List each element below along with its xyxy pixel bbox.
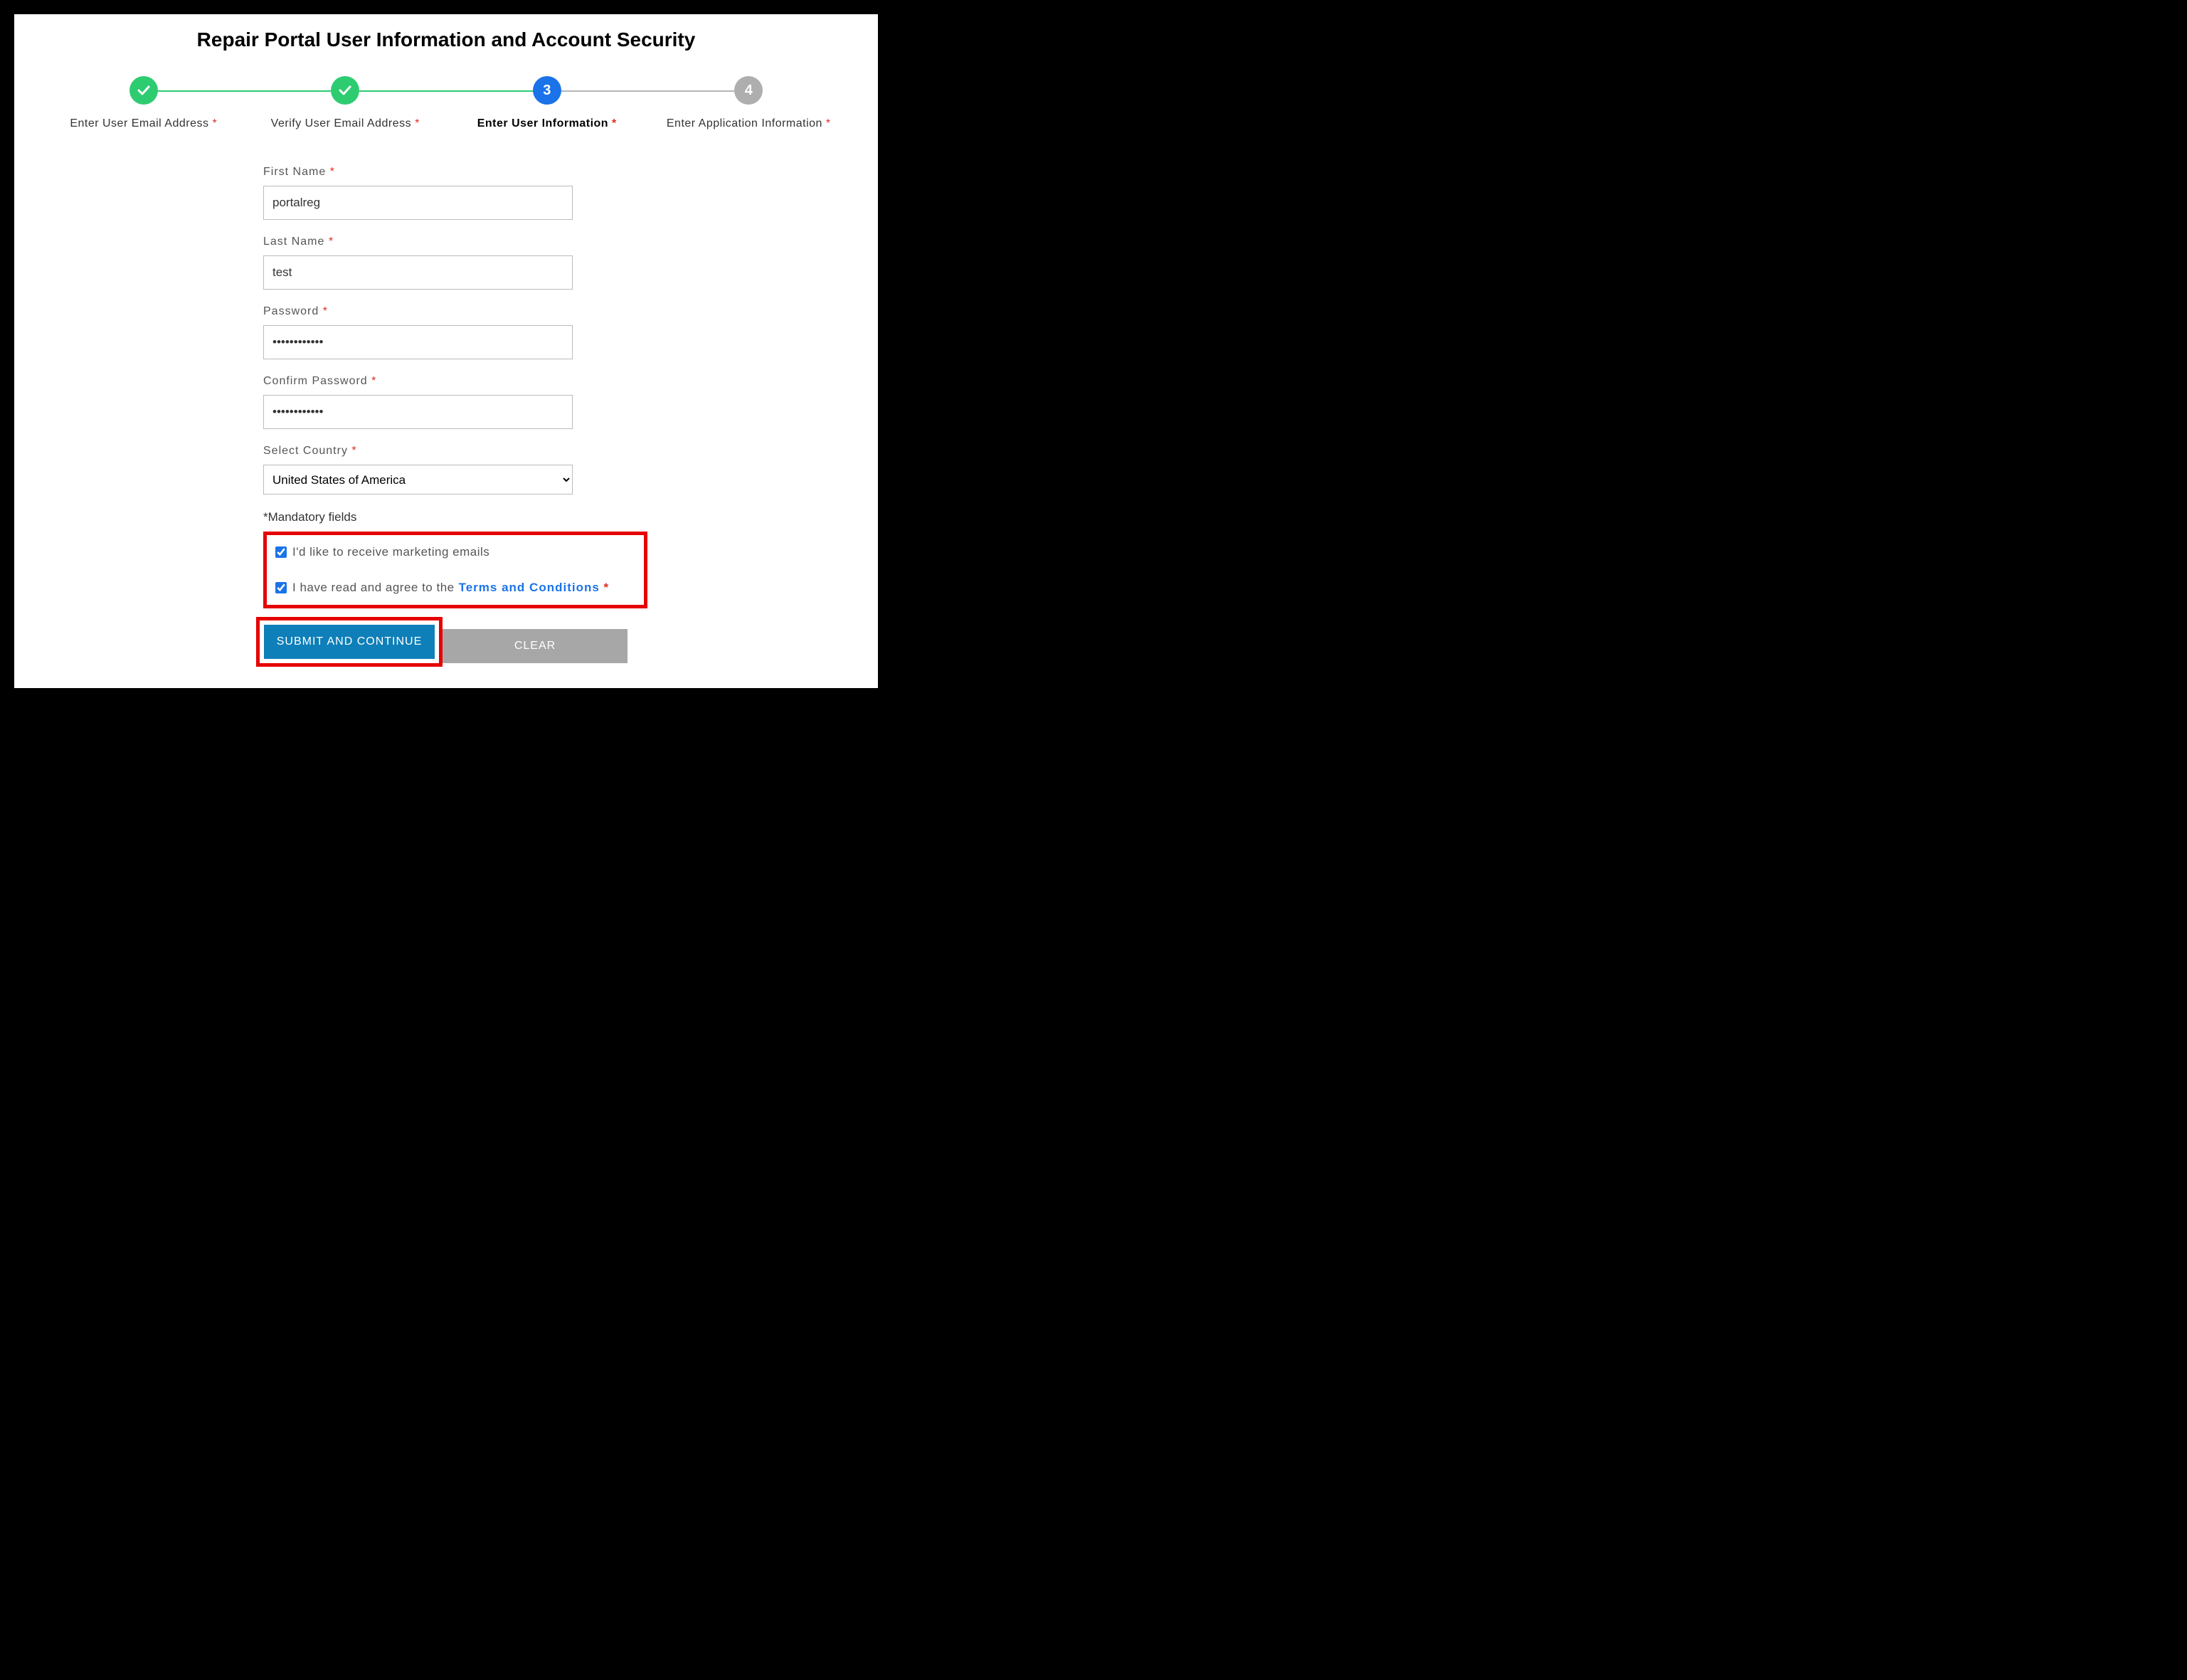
user-info-form: First Name * Last Name * Password * Conf… (263, 166, 647, 667)
password-group: Password * (263, 305, 647, 359)
step-1: Enter User Email Address * (43, 76, 245, 130)
stepper-line-2 (359, 90, 533, 92)
step-4-circle: 4 (734, 76, 763, 105)
stepper-line-1 (158, 90, 332, 92)
first-name-label: First Name * (263, 166, 647, 179)
last-name-label: Last Name * (263, 236, 647, 248)
last-name-group: Last Name * (263, 236, 647, 290)
step-4-label: Enter Application Information * (667, 117, 831, 130)
terms-checkbox[interactable] (275, 582, 287, 593)
step-1-label: Enter User Email Address * (70, 117, 217, 130)
page-title: Repair Portal User Information and Accou… (36, 28, 857, 51)
confirm-password-input[interactable] (263, 395, 573, 429)
country-group: Select Country * United States of Americ… (263, 445, 647, 495)
first-name-group: First Name * (263, 166, 647, 220)
step-2-label: Verify User Email Address * (271, 117, 420, 130)
submit-highlight-box: SUBMIT AND CONTINUE (256, 617, 443, 667)
checkbox-highlight-box: I'd like to receive marketing emails I h… (263, 532, 647, 608)
marketing-emails-label: I'd like to receive marketing emails (292, 545, 489, 559)
step-3-label: Enter User Information * (477, 117, 617, 130)
checkmark-icon (331, 76, 359, 105)
marketing-emails-row[interactable]: I'd like to receive marketing emails (275, 545, 637, 559)
clear-button[interactable]: CLEAR (443, 629, 627, 663)
stepper-line-3 (561, 90, 735, 92)
first-name-input[interactable] (263, 186, 573, 220)
mandatory-fields-note: *Mandatory fields (263, 510, 647, 524)
submit-and-continue-button[interactable]: SUBMIT AND CONTINUE (264, 625, 435, 659)
step-2: Verify User Email Address * (245, 76, 447, 130)
terms-row[interactable]: I have read and agree to the Terms and C… (275, 581, 637, 595)
button-row: SUBMIT AND CONTINUE CLEAR (256, 617, 647, 667)
password-label: Password * (263, 305, 647, 318)
terms-prefix-label: I have read and agree to the (292, 581, 455, 595)
marketing-emails-checkbox[interactable] (275, 546, 287, 558)
checkmark-icon (129, 76, 158, 105)
country-label: Select Country * (263, 445, 647, 458)
confirm-password-group: Confirm Password * (263, 375, 647, 429)
last-name-input[interactable] (263, 255, 573, 290)
confirm-password-label: Confirm Password * (263, 375, 647, 388)
progress-stepper: Enter User Email Address * Verify User E… (43, 76, 849, 130)
password-input[interactable] (263, 325, 573, 359)
step-3-circle: 3 (533, 76, 561, 105)
country-select[interactable]: United States of America (263, 465, 573, 495)
step-3: 3 Enter User Information * (446, 76, 648, 130)
step-4: 4 Enter Application Information * (648, 76, 850, 130)
registration-page: Repair Portal User Information and Accou… (14, 14, 878, 688)
terms-and-conditions-link[interactable]: Terms and Conditions * (459, 581, 610, 595)
